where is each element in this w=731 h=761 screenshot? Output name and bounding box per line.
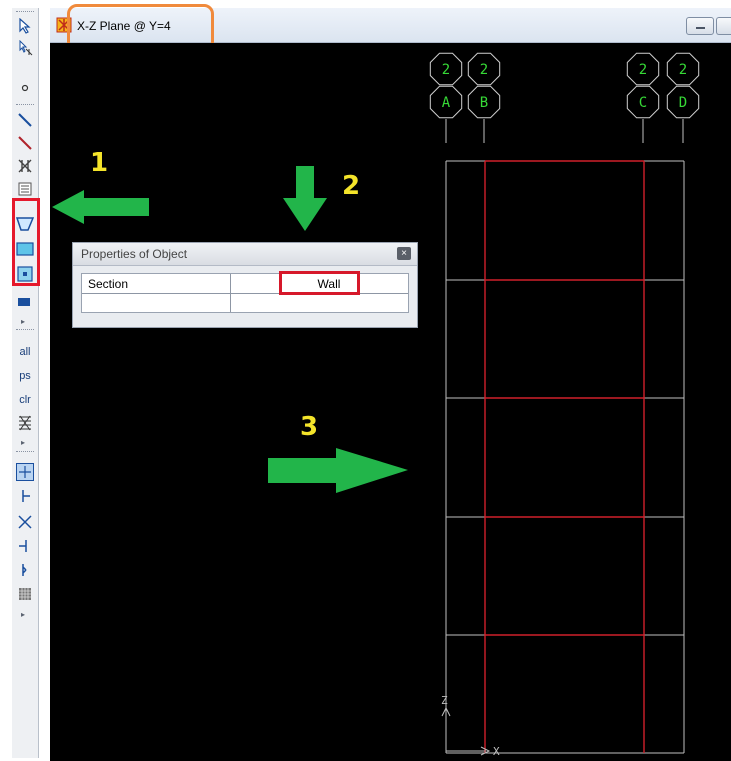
previous-selection-button[interactable]: ps [15, 366, 35, 386]
draw-cross-brace-icon[interactable] [15, 156, 35, 176]
grid-bubble-d: 2D [666, 52, 700, 143]
properties-panel-title: Properties of Object [81, 247, 188, 261]
grid-bubble-b: 2B [467, 52, 501, 143]
maximize-button[interactable] [716, 17, 731, 35]
wall-outlines [484, 160, 645, 753]
minimize-button[interactable] [686, 17, 714, 35]
grid-bubble-label-bottom: A [442, 95, 451, 111]
minimize-icon [696, 27, 705, 29]
property-label-section: Section [88, 277, 129, 291]
z-axis-label: Z [441, 694, 448, 707]
draw-point-icon[interactable] [15, 78, 35, 98]
reshape-pointer-icon[interactable] [15, 38, 35, 58]
toolbar-overflow-icon[interactable]: ▸ [21, 610, 33, 620]
grid-bubble-label-top: 2 [679, 62, 687, 78]
intersecting-line-select-icon[interactable] [15, 413, 35, 433]
draw-grid-lines-icon[interactable] [15, 179, 35, 199]
snap-to-points-icon[interactable] [15, 462, 35, 482]
snap-to-grid-icon[interactable] [15, 584, 35, 604]
properties-panel: Properties of Object × Section Wall [72, 242, 418, 328]
draw-brace-icon[interactable] [15, 133, 35, 153]
grid-bubble-label-bottom: D [679, 95, 687, 111]
toolbar-overflow-icon[interactable]: ▸ [21, 438, 33, 448]
select-pointer-icon[interactable] [15, 16, 35, 36]
draw-line-icon[interactable] [15, 110, 35, 130]
model-view-canvas[interactable]: 2A2B2C2D Z X [50, 43, 731, 761]
x-axis-label: X [493, 745, 500, 758]
snap-to-intersections-icon[interactable] [15, 512, 35, 532]
toolbar-separator [16, 329, 34, 333]
area-tools-highlight [12, 198, 40, 286]
draw-solid-icon[interactable] [15, 292, 35, 312]
annotation-number-1: 1 [90, 148, 109, 178]
toolbar-grip[interactable] [16, 11, 34, 15]
wall-value-highlight [279, 271, 360, 295]
select-all-button[interactable]: all [15, 342, 35, 362]
annotation-number-3: 3 [300, 412, 319, 442]
annotation-number-2: 2 [342, 171, 361, 201]
toolbar-separator [16, 451, 34, 455]
snap-to-perpendicular-icon[interactable] [15, 536, 35, 556]
snap-to-ends-icon[interactable] [15, 486, 35, 506]
grid-bubble-label-bottom: B [480, 95, 488, 111]
snap-to-lines-icon[interactable] [15, 560, 35, 580]
elevation-drawing: 2A2B2C2D Z X [429, 52, 700, 758]
close-icon[interactable]: × [397, 247, 411, 260]
grid-bubble-label-bottom: C [639, 95, 647, 111]
toolbar-overflow-icon[interactable]: ▸ [21, 317, 33, 327]
grid-bubble-c: 2C [626, 52, 660, 143]
grid-bubbles: 2A2B2C2D [429, 52, 700, 143]
grid-bubble-label-top: 2 [442, 62, 450, 78]
properties-panel-titlebar[interactable]: Properties of Object × [73, 243, 417, 266]
grid-bubble-label-top: 2 [639, 62, 647, 78]
axis-triad: Z X [441, 694, 500, 758]
draw-toolbar: ▸ all ps clr ▸ ▸ [12, 8, 39, 758]
toolbar-separator [16, 104, 34, 108]
grid-bubble-label-top: 2 [480, 62, 488, 78]
clear-selection-button[interactable]: clr [15, 390, 35, 410]
grid-bubble-a: 2A [429, 52, 463, 143]
frame-grid [445, 160, 685, 754]
